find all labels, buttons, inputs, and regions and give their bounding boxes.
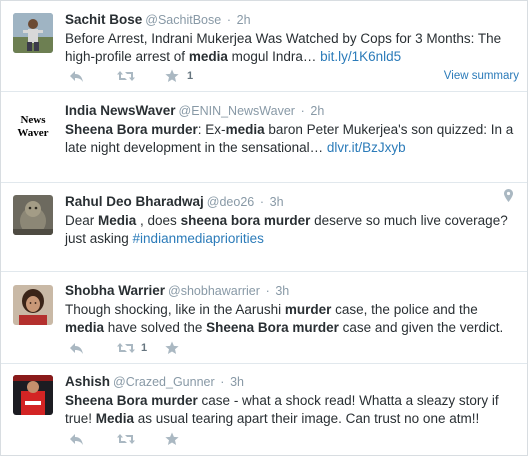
avatar[interactable]: [13, 375, 53, 415]
tweet-text-highlight: Sheena Bora murder: [65, 122, 198, 137]
retweet-icon[interactable]: [117, 432, 135, 448]
tweet-link[interactable]: dlvr.it/BzJxyb: [327, 140, 406, 155]
meta-separator: ·: [259, 195, 265, 209]
tweet-text-segment: Dear: [65, 213, 99, 228]
tweet-text-highlight: Media: [95, 411, 135, 426]
tweet-username[interactable]: @shobhawarrier: [168, 284, 260, 298]
avatar[interactable]: [13, 285, 53, 325]
tweet-text-segment: , does: [136, 213, 181, 228]
reply-icon[interactable]: [69, 341, 84, 357]
avatar[interactable]: [13, 195, 53, 235]
tweet-text: Sheena Bora murder: Ex-media baron Peter…: [65, 121, 519, 157]
tweet-timestamp[interactable]: 2h: [237, 13, 251, 27]
tweet-timestamp[interactable]: 2h: [310, 104, 324, 118]
tweet-item[interactable]: Shobha Warrier @shobhawarrier · 3h Though…: [1, 272, 527, 364]
tweet-text-highlight: Sheena Bora murder: [65, 393, 198, 408]
tweet-username[interactable]: @Crazed_Gunner: [113, 375, 215, 389]
favorite-count: 1: [187, 70, 194, 82]
tweet-author-name[interactable]: Ashish: [65, 374, 110, 389]
retweet-icon[interactable]: [117, 341, 135, 357]
tweet-author-name[interactable]: Shobha Warrier: [65, 283, 165, 298]
tweet-text-segment: mogul Indra…: [227, 49, 321, 64]
favorite-star-icon[interactable]: [165, 341, 179, 357]
tweet-text-highlight: media: [188, 49, 228, 64]
tweet-username[interactable]: @ENIN_NewsWaver: [179, 104, 295, 118]
favorite-star-icon[interactable]: [165, 69, 179, 85]
tweet-item[interactable]: News Waver India NewsWaver @ENIN_NewsWave…: [1, 92, 527, 183]
tweet-timestamp[interactable]: 3h: [230, 375, 244, 389]
favorite-star-icon[interactable]: [165, 432, 179, 448]
tweet-link[interactable]: bit.ly/1K6nld5: [320, 49, 401, 64]
tweet-text-highlight: Sheena Bora murder: [206, 320, 339, 335]
tweet-timestamp[interactable]: 3h: [275, 284, 289, 298]
tweet-timestamp[interactable]: 3h: [270, 195, 284, 209]
meta-separator: ·: [220, 375, 225, 389]
tweet-text-highlight: Media: [98, 213, 137, 228]
tweet-text: Though shocking, like in the Aarushi mur…: [65, 301, 519, 337]
tweet-text-highlight: sheena bora murder: [180, 213, 311, 228]
svg-text:Waver: Waver: [17, 127, 48, 139]
tweet-username[interactable]: @SachitBose: [145, 13, 221, 27]
tweet-text-segment: case, the police and the: [331, 302, 478, 317]
tweet-timeline: Sachit Bose @SachitBose · 2h Before Arres…: [0, 0, 528, 456]
tweet-item[interactable]: Rahul Deo Bharadwaj @deo26 · 3h Dear Medi…: [1, 183, 527, 272]
avatar[interactable]: News Waver: [13, 105, 53, 145]
tweet-text: Before Arrest, Indrani Mukerjea Was Watc…: [65, 30, 519, 66]
hashtag-link[interactable]: #indianmediapriorities: [133, 231, 264, 246]
retweet-icon[interactable]: [117, 69, 135, 85]
tweet-author-name[interactable]: Sachit Bose: [65, 12, 142, 27]
location-pin-icon[interactable]: [504, 189, 513, 207]
reply-icon[interactable]: [69, 432, 84, 448]
tweet-text-highlight: media: [225, 122, 265, 137]
tweet-text-segment: : Ex-: [197, 122, 226, 137]
reply-icon[interactable]: [69, 69, 84, 85]
tweet-author-name[interactable]: India NewsWaver: [65, 103, 176, 118]
tweet-item[interactable]: Sachit Bose @SachitBose · 2h Before Arres…: [1, 1, 527, 92]
avatar[interactable]: [13, 13, 53, 53]
tweet-text-highlight: media: [65, 320, 105, 335]
tweet-username[interactable]: @deo26: [207, 195, 254, 209]
tweet-author-name[interactable]: Rahul Deo Bharadwaj: [65, 194, 204, 209]
tweet-item[interactable]: Ashish @Crazed_Gunner · 3h Sheena Bora mu…: [1, 364, 527, 456]
meta-separator: ·: [265, 284, 270, 298]
meta-separator: ·: [226, 13, 231, 27]
tweet-text: Sheena Bora murder case - what a shock r…: [65, 392, 519, 428]
tweet-text: Dear Media , does sheena bora murder des…: [65, 212, 519, 248]
tweet-text-segment: have solved the: [104, 320, 207, 335]
tweet-text-segment: Though shocking, like in the Aarushi: [65, 302, 285, 317]
tweet-text-segment: case and given the verdict.: [338, 320, 504, 335]
tweet-text-segment: as usual tearing apart their image. Can …: [134, 411, 480, 426]
meta-separator: ·: [300, 104, 305, 118]
svg-text:News: News: [20, 114, 46, 126]
retweet-count: 1: [141, 342, 148, 354]
tweet-text-highlight: murder: [284, 302, 332, 317]
view-summary-link[interactable]: View summary: [444, 70, 519, 82]
